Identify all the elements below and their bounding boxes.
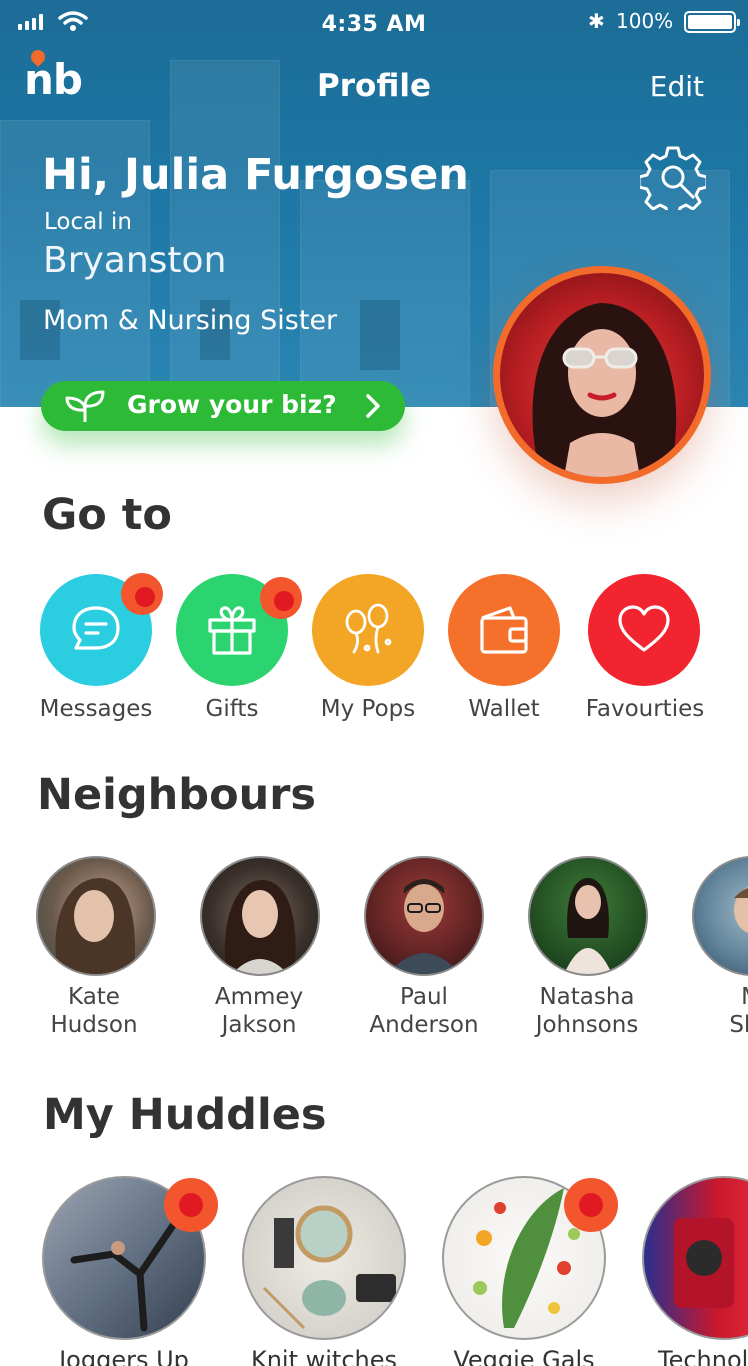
- huddle-avatar[interactable]: [642, 1176, 748, 1340]
- neighbour-first-name: Natasha: [539, 984, 635, 1010]
- huddle-photo: [262, 1205, 396, 1330]
- page-title: Profile: [317, 68, 431, 104]
- favourites-button[interactable]: [588, 574, 700, 686]
- wallet-button[interactable]: [448, 574, 560, 686]
- gift-icon: [208, 606, 256, 655]
- huddle-name[interactable]: Knit witches: [224, 1346, 424, 1366]
- profile-avatar[interactable]: [493, 266, 711, 484]
- huddle-notification-badge: [164, 1178, 218, 1232]
- neighbour-avatar[interactable]: [200, 856, 320, 976]
- settings-gear-icon[interactable]: [640, 144, 706, 210]
- message-icon: [72, 606, 120, 650]
- gifts-notification-badge: [260, 577, 302, 619]
- neighbour-first-name: M: [671, 983, 748, 1011]
- huddle-avatar[interactable]: [242, 1176, 406, 1340]
- neighbour-name[interactable]: Ammey Jakson: [179, 983, 339, 1039]
- neighbour-name[interactable]: M Sha: [671, 983, 748, 1039]
- battery-percent: 100%: [616, 9, 674, 33]
- greeting-heading: Hi, Julia Furgosen: [42, 150, 469, 200]
- huddle-name[interactable]: Technol: [612, 1346, 748, 1366]
- bluetooth-icon: ✱: [588, 9, 605, 33]
- neighbour-name[interactable]: Natasha Johnsons: [507, 983, 667, 1039]
- messages-label[interactable]: Messages: [26, 696, 166, 722]
- huddle-notification-badge: [564, 1178, 618, 1232]
- profile-photo: [532, 303, 677, 477]
- neighbour-name[interactable]: Paul Anderson: [344, 983, 504, 1039]
- neighbour-avatar[interactable]: [36, 856, 156, 976]
- neighbour-photo: [734, 887, 748, 933]
- user-role: Mom & Nursing Sister: [43, 305, 338, 336]
- gifts-label[interactable]: Gifts: [162, 696, 302, 722]
- grow-your-biz-label: Grow your biz?: [127, 390, 337, 419]
- city-name: Bryanston: [43, 240, 227, 281]
- huddles-heading: My Huddles: [43, 1090, 327, 1140]
- goto-heading: Go to: [42, 490, 172, 540]
- edit-button[interactable]: Edit: [650, 70, 704, 103]
- neighbour-avatar[interactable]: [528, 856, 648, 976]
- profile-screen: 4:35 AM ✱ 100% nb Profile Edit Hi, Julia…: [0, 0, 748, 1366]
- sprout-icon: [65, 390, 105, 422]
- my-pops-label[interactable]: My Pops: [298, 696, 438, 722]
- neighbour-avatar[interactable]: [692, 856, 748, 976]
- balloons-icon: [345, 603, 392, 654]
- neighbour-name[interactable]: Kate Hudson: [14, 983, 174, 1039]
- neighbour-first-name: Kate: [68, 984, 120, 1010]
- neighbour-last-name: Hudson: [50, 1012, 138, 1038]
- neighbours-heading: Neighbours: [37, 770, 317, 820]
- background-window: [360, 300, 400, 370]
- messages-notification-badge: [121, 573, 163, 615]
- status-bar: 4:35 AM ✱ 100%: [0, 0, 748, 52]
- favourites-label[interactable]: Favourties: [570, 696, 720, 722]
- neighbour-first-name: Paul: [400, 984, 448, 1010]
- huddle-photo: [674, 1218, 734, 1308]
- neighbour-first-name: Ammey: [214, 984, 304, 1010]
- neighbour-photo: [564, 878, 612, 974]
- grow-your-biz-button[interactable]: Grow your biz?: [41, 381, 405, 431]
- heart-icon: [618, 605, 670, 652]
- neighbour-last-name: Johnsons: [535, 1012, 639, 1038]
- neighbour-photo: [388, 879, 460, 974]
- neighbour-last-name: Sha: [729, 1012, 748, 1038]
- neighbour-last-name: Anderson: [369, 1012, 479, 1038]
- wallet-label[interactable]: Wallet: [434, 696, 574, 722]
- neighbour-photo: [224, 880, 296, 974]
- neighbour-photo: [55, 878, 135, 974]
- neighbour-avatar[interactable]: [364, 856, 484, 976]
- local-in-label: Local in: [44, 209, 132, 235]
- huddle-name[interactable]: Joggers Up: [24, 1346, 224, 1366]
- my-pops-button[interactable]: [312, 574, 424, 686]
- chevron-right-icon: [366, 394, 380, 418]
- wallet-icon: [480, 606, 528, 654]
- huddle-name[interactable]: Veggie Gals: [424, 1346, 624, 1366]
- neighbour-last-name: Jakson: [221, 1012, 297, 1038]
- battery-icon: [684, 11, 740, 33]
- background-building: [300, 180, 470, 407]
